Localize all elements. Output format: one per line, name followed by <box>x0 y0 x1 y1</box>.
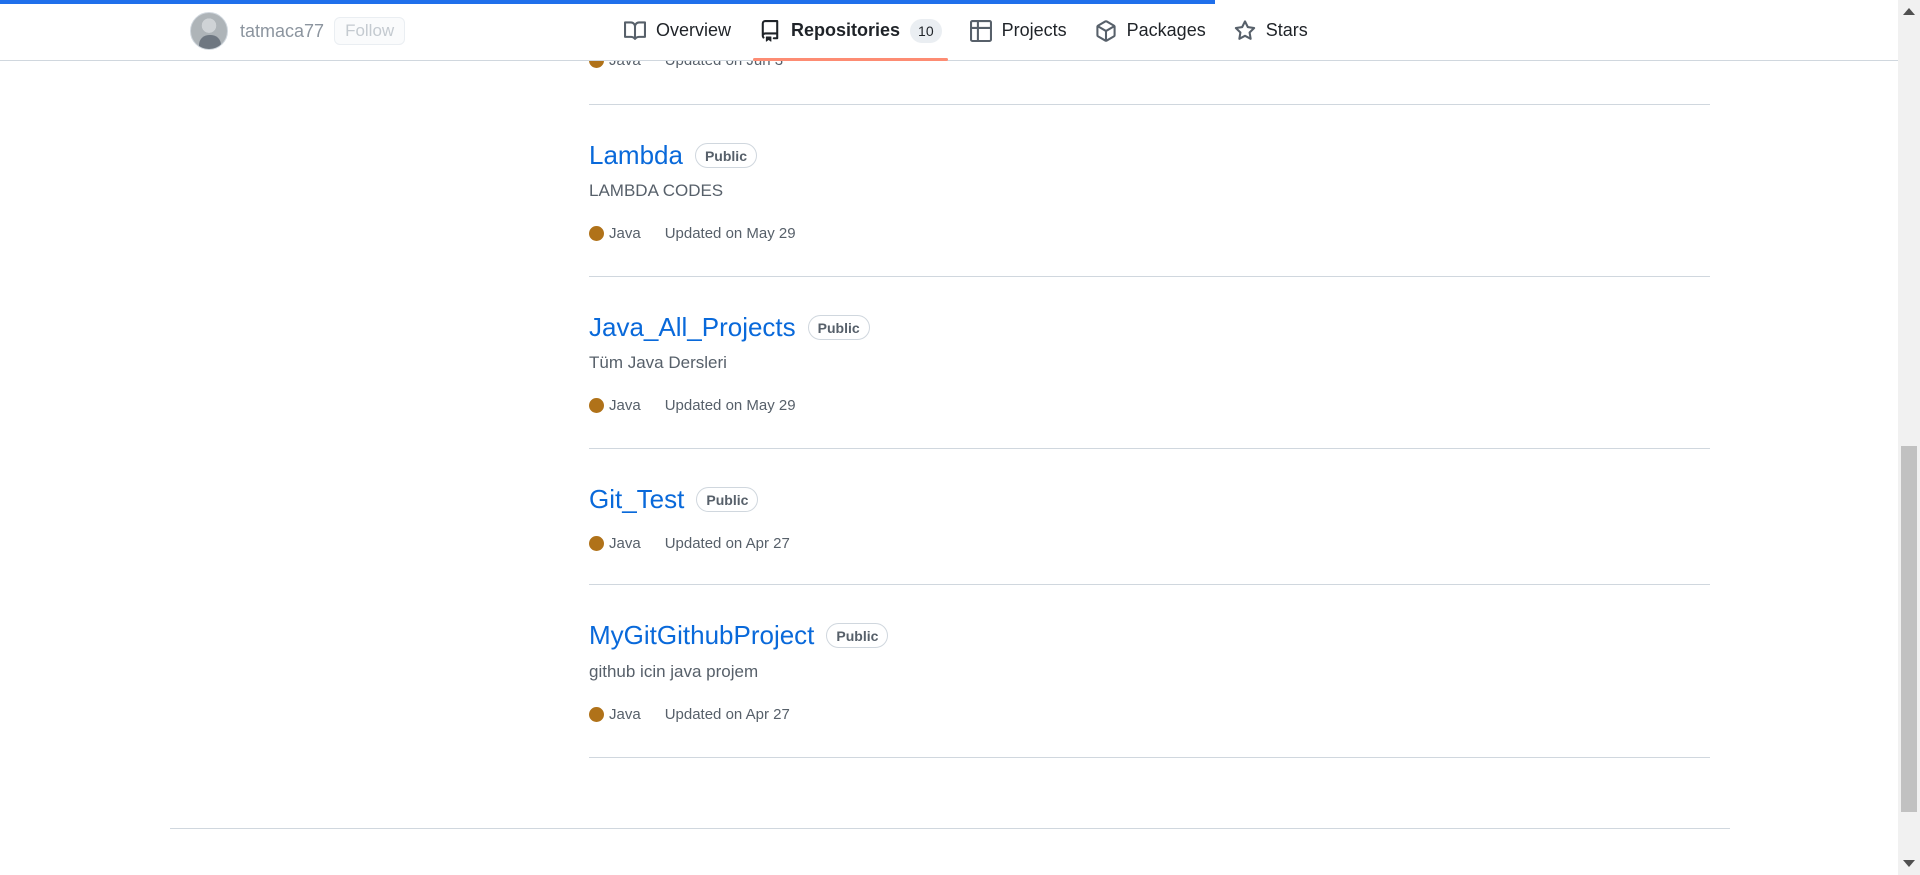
visibility-badge: Public <box>807 315 870 340</box>
repo-title-row: MyGitGithubProject Public <box>589 620 889 651</box>
repo-item: Lambda Public LAMBDA CODES Java Updated … <box>589 105 1710 277</box>
repo-meta: Java Updated on May 29 <box>589 397 796 414</box>
repo-item: Git_Test Public Java Updated on Apr 27 <box>589 449 1710 585</box>
scrollbar-thumb[interactable] <box>1901 446 1917 812</box>
scroll-up-arrow-icon[interactable] <box>1903 8 1915 15</box>
book-icon <box>624 20 646 42</box>
repo-title-row: Lambda Public <box>589 140 757 171</box>
tab-label: Stars <box>1265 20 1308 40</box>
tab-projects[interactable]: Projects <box>956 0 1081 61</box>
user-mini-profile: tatmaca77 Follow <box>190 12 406 50</box>
repo-description: LAMBDA CODES <box>589 181 724 200</box>
avatar[interactable] <box>190 12 228 50</box>
star-icon <box>1234 19 1256 42</box>
tab-label: Overview <box>656 20 732 40</box>
repo-count-badge: 10 <box>910 18 942 43</box>
language-color-dot <box>589 536 604 551</box>
visibility-badge: Public <box>826 623 889 648</box>
updated-label: Updated on May 29 <box>664 225 796 242</box>
language-label: Java <box>609 397 641 414</box>
repo-name-link[interactable]: Lambda <box>589 140 683 171</box>
language-label: Java <box>609 706 641 723</box>
repo-meta: Java Updated on Apr 27 <box>589 706 790 723</box>
repo-meta: Java Updated on Apr 27 <box>589 535 790 552</box>
package-icon <box>1095 19 1117 42</box>
follow-button[interactable]: Follow <box>334 17 406 45</box>
vertical-scrollbar[interactable] <box>1898 0 1920 875</box>
updated-label: Updated on Apr 27 <box>664 706 790 723</box>
visibility-badge: Public <box>694 143 757 168</box>
page-loading-bar <box>0 0 1215 4</box>
tab-repositories[interactable]: Repositories 10 <box>745 0 956 61</box>
profile-tabs: Overview Repositories 10 Projects Packag… <box>610 0 1322 61</box>
language-color-dot <box>589 398 604 413</box>
tab-label: Packages <box>1126 20 1206 40</box>
table-icon <box>969 19 992 42</box>
scroll-down-arrow-icon[interactable] <box>1903 860 1915 867</box>
repo-description: github icin java projem <box>589 662 759 681</box>
repo-name-link[interactable]: MyGitGithubProject <box>589 620 814 651</box>
footer-divider <box>170 828 1730 829</box>
language-label: Java <box>609 535 641 552</box>
updated-label: Updated on May 29 <box>664 397 796 414</box>
tab-label: Repositories <box>791 20 901 40</box>
repo-description: Tüm Java Dersleri <box>589 353 727 372</box>
tab-overview[interactable]: Overview <box>610 0 745 61</box>
repo-item: Java_All_Projects Public Tüm Java Dersle… <box>589 277 1710 449</box>
username[interactable]: tatmaca77 <box>240 21 324 42</box>
repo-icon <box>759 19 781 42</box>
page: Java Updated on Jun 3 Lambda Public LAMB… <box>0 0 1920 875</box>
language-color-dot <box>589 226 604 241</box>
tab-packages[interactable]: Packages <box>1081 0 1220 61</box>
repo-title-row: Java_All_Projects Public <box>589 312 870 343</box>
language-label: Java <box>609 225 641 242</box>
repo-name-link[interactable]: Git_Test <box>589 484 684 515</box>
profile-sticky-header: tatmaca77 Follow Overview Repositories 1… <box>0 0 1898 61</box>
repo-item: MyGitGithubProject Public github icin ja… <box>589 585 1710 758</box>
repo-name-link[interactable]: Java_All_Projects <box>589 312 796 343</box>
updated-label: Updated on Apr 27 <box>664 535 790 552</box>
repo-meta: Java Updated on May 29 <box>589 225 796 242</box>
visibility-badge: Public <box>696 487 759 512</box>
language-color-dot <box>589 707 604 722</box>
tab-stars[interactable]: Stars <box>1220 0 1322 61</box>
tab-label: Projects <box>1001 20 1067 40</box>
repo-title-row: Git_Test Public <box>589 484 759 515</box>
